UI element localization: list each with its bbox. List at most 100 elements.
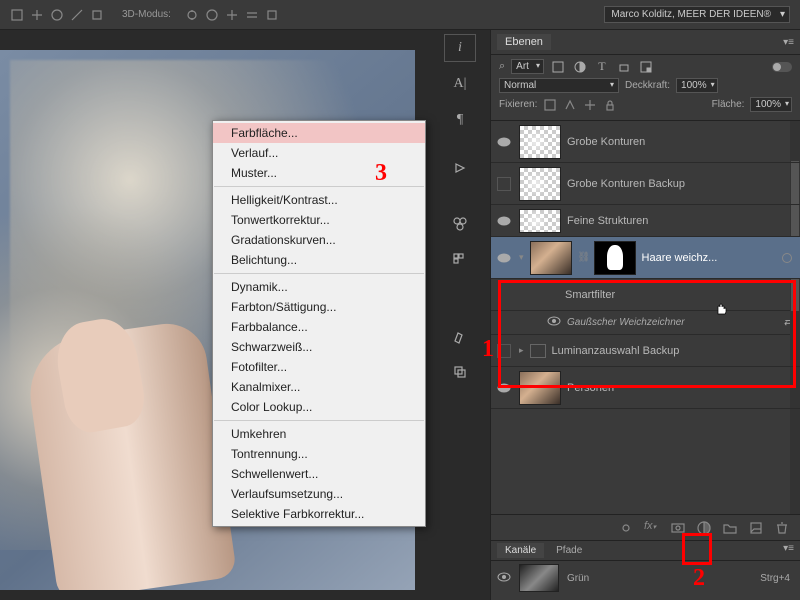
- visibility-icon[interactable]: [495, 175, 513, 193]
- new-layer-icon[interactable]: [748, 520, 764, 536]
- panel-menu-icon[interactable]: ▾≡: [783, 37, 794, 48]
- filter-smart-icon[interactable]: [638, 60, 654, 74]
- menu-item[interactable]: Schwarzweiß...: [213, 337, 425, 357]
- lock-transparent-icon[interactable]: [543, 98, 557, 112]
- layer-thumbnail[interactable]: [530, 241, 572, 275]
- layer-name[interactable]: Grobe Konturen: [567, 136, 645, 148]
- menu-item[interactable]: Tontrennung...: [213, 444, 425, 464]
- adjustment-layer-icon[interactable]: [696, 520, 712, 536]
- menu-item[interactable]: Muster...: [213, 163, 425, 183]
- layer-name[interactable]: Personen: [567, 382, 614, 394]
- group-icon[interactable]: [722, 520, 738, 536]
- channel-thumbnail[interactable]: [519, 564, 559, 592]
- layer-name[interactable]: Feine Strukturen: [567, 215, 648, 227]
- menu-item[interactable]: Selektive Farbkorrektur...: [213, 504, 425, 524]
- layer-name[interactable]: Luminanzauswahl Backup: [552, 345, 680, 357]
- filter-type-icon[interactable]: T: [594, 60, 610, 74]
- 3d-pan-icon[interactable]: [225, 8, 239, 22]
- menu-item[interactable]: Fotofilter...: [213, 357, 425, 377]
- layer-thumbnail[interactable]: [519, 125, 561, 159]
- 3d-scale-icon[interactable]: [265, 8, 279, 22]
- 3d-roll-icon[interactable]: [205, 8, 219, 22]
- workspace-dropdown[interactable]: Marco Kolditz, MEER DER IDEEN®: [604, 6, 790, 23]
- layer-row[interactable]: Feine Strukturen: [491, 205, 800, 237]
- menu-item[interactable]: Belichtung...: [213, 250, 425, 270]
- link-layers-icon[interactable]: [618, 520, 634, 536]
- menu-item[interactable]: Farbton/Sättigung...: [213, 297, 425, 317]
- menu-item[interactable]: Gradationskurven...: [213, 230, 425, 250]
- expand-icon[interactable]: ▾: [519, 252, 524, 263]
- channel-row[interactable]: Grün Strg+4: [491, 561, 800, 595]
- visibility-icon[interactable]: [495, 212, 513, 230]
- filter-shape-icon[interactable]: [616, 60, 632, 74]
- channel-name[interactable]: Grün: [567, 573, 589, 584]
- menu-item[interactable]: Dynamik...: [213, 277, 425, 297]
- menu-item[interactable]: Tonwertkorrektur...: [213, 210, 425, 230]
- delete-layer-icon[interactable]: [774, 520, 790, 536]
- paths-tab[interactable]: Pfade: [548, 543, 590, 558]
- menu-item[interactable]: Umkehren: [213, 424, 425, 444]
- link-icon[interactable]: ⛓: [578, 252, 588, 263]
- menu-item[interactable]: Farbbalance...: [213, 317, 425, 337]
- menu-item[interactable]: Helligkeit/Kontrast...: [213, 190, 425, 210]
- lock-pixels-icon[interactable]: [563, 98, 577, 112]
- layer-row[interactable]: ▸ Luminanzauswahl Backup: [491, 335, 800, 367]
- preset-icon[interactable]: [10, 8, 24, 22]
- visibility-icon[interactable]: [495, 379, 513, 397]
- layer-fx-icon[interactable]: fx▾: [644, 520, 660, 536]
- preset-icon[interactable]: [50, 8, 64, 22]
- menu-item[interactable]: Farbfläche...: [213, 123, 425, 143]
- channels-tab[interactable]: Kanäle: [497, 543, 544, 558]
- lock-position-icon[interactable]: [583, 98, 597, 112]
- filter-pixel-icon[interactable]: [550, 60, 566, 74]
- menu-item[interactable]: Schwellenwert...: [213, 464, 425, 484]
- brush-panel-icon[interactable]: [444, 322, 476, 350]
- menu-item[interactable]: Verlauf...: [213, 143, 425, 163]
- filter-name[interactable]: Gaußscher Weichzeichner: [567, 317, 685, 328]
- visibility-icon[interactable]: [495, 133, 513, 151]
- lock-all-icon[interactable]: [603, 98, 617, 112]
- clone-panel-icon[interactable]: [444, 358, 476, 386]
- paragraph-panel-icon[interactable]: ¶: [444, 106, 476, 134]
- layer-name[interactable]: Haare weichz...: [642, 252, 718, 264]
- layer-thumbnail[interactable]: [519, 209, 561, 233]
- 3d-rotate-icon[interactable]: [185, 8, 199, 22]
- layer-row-selected[interactable]: ▾ ⛓ Haare weichz...: [491, 237, 800, 279]
- layer-row[interactable]: Personen: [491, 367, 800, 409]
- 3d-slide-icon[interactable]: [245, 8, 259, 22]
- color-panel-icon[interactable]: [444, 246, 476, 274]
- expand-icon[interactable]: ▸: [519, 345, 524, 356]
- info-panel-icon[interactable]: i: [444, 34, 476, 62]
- filter-item-row[interactable]: Gaußscher Weichzeichner ⇄: [491, 311, 800, 335]
- smartfilter-row[interactable]: Smartfilter: [491, 279, 800, 311]
- swatches-panel-icon[interactable]: [444, 210, 476, 238]
- layers-tab[interactable]: Ebenen: [497, 34, 551, 50]
- blend-mode-select[interactable]: Normal: [499, 78, 619, 93]
- filter-mask-thumbnail[interactable]: [525, 282, 559, 308]
- layer-thumbnail[interactable]: [519, 167, 561, 201]
- preset-icon[interactable]: [30, 8, 44, 22]
- mask-thumbnail[interactable]: [594, 241, 636, 275]
- preset-icon[interactable]: [90, 8, 104, 22]
- menu-item[interactable]: Kanalmixer...: [213, 377, 425, 397]
- visibility-icon[interactable]: [547, 316, 561, 329]
- preset-icon[interactable]: [70, 8, 84, 22]
- menu-item[interactable]: Color Lookup...: [213, 397, 425, 417]
- layer-row[interactable]: Grobe Konturen: [491, 121, 800, 163]
- fill-value[interactable]: 100%: [750, 97, 792, 112]
- filter-adjust-icon[interactable]: [572, 60, 588, 74]
- filter-toggle[interactable]: [772, 62, 792, 72]
- visibility-icon[interactable]: [497, 572, 511, 585]
- menu-item[interactable]: Verlaufsumsetzung...: [213, 484, 425, 504]
- opacity-value[interactable]: 100%: [676, 78, 718, 93]
- actions-panel-icon[interactable]: [444, 154, 476, 182]
- layer-name[interactable]: Grobe Konturen Backup: [567, 178, 685, 190]
- layer-mask-icon[interactable]: [670, 520, 686, 536]
- layer-thumbnail[interactable]: [519, 371, 561, 405]
- layer-filter-kind[interactable]: Art: [511, 59, 544, 74]
- visibility-icon[interactable]: [495, 342, 513, 360]
- character-panel-icon[interactable]: A|: [444, 70, 476, 98]
- visibility-icon[interactable]: [495, 249, 513, 267]
- layer-row[interactable]: Grobe Konturen Backup: [491, 163, 800, 205]
- panel-menu-icon[interactable]: ▾≡: [783, 543, 794, 558]
